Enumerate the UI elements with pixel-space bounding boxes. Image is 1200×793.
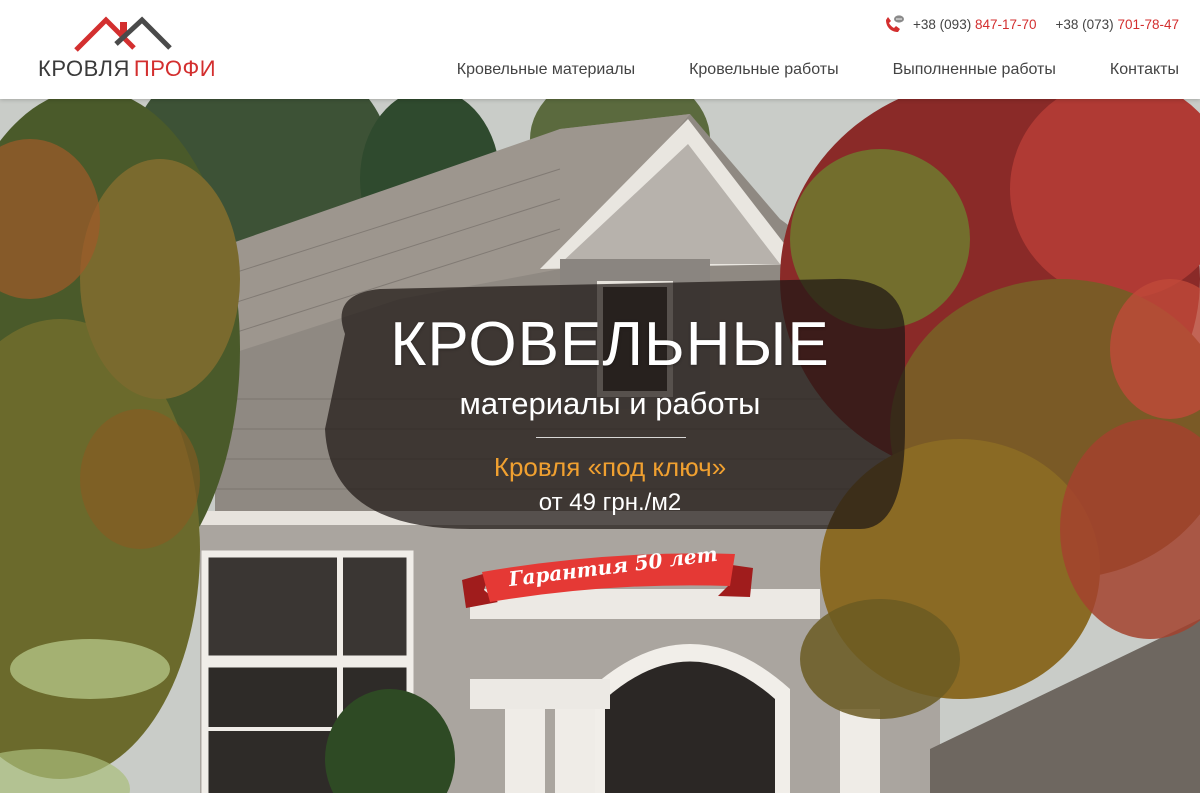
nav-roofing-materials[interactable]: Кровельные материалы: [457, 61, 635, 79]
phone-chat-icon: [886, 15, 905, 32]
site-logo[interactable]: КРОВЛЯ ПРОФИ: [36, 14, 216, 84]
phone-2-number: 701-78-47: [1117, 16, 1179, 32]
nav-completed-works[interactable]: Выполненные работы: [893, 61, 1056, 79]
nav-roofing-works[interactable]: Кровельные работы: [689, 61, 839, 79]
phone-1-prefix: +38 (093): [913, 16, 975, 32]
logo-word-2: ПРОФИ: [133, 56, 217, 81]
logo-word-1: КРОВЛЯ: [38, 56, 130, 81]
nav-contacts[interactable]: Контакты: [1110, 61, 1179, 79]
hero-banner: КРОВЕЛЬНЫЕ материалы и работы Кровля «по…: [0, 99, 1200, 793]
hero-divider: [536, 437, 686, 438]
hero-turnkey: Кровля «под ключ»: [493, 452, 727, 482]
phone-2-prefix: +38 (073): [1055, 16, 1118, 32]
site-header: КРОВЛЯ ПРОФИ +38 (093) 847-17-70 +38 (073…: [0, 0, 1200, 99]
logo-text: КРОВЛЯ ПРОФИ: [38, 56, 216, 82]
roof-logo-icon: [74, 16, 172, 52]
phone-2[interactable]: +38 (073) 701-78-47: [1056, 17, 1179, 32]
hero-subtitle: материалы и работы: [459, 386, 761, 421]
phone-1[interactable]: +38 (093) 847-17-70: [913, 17, 1036, 32]
hero-price: от 49 грн./м2: [538, 489, 682, 516]
house-photo: [0, 99, 1200, 793]
hero-title: КРОВЕЛЬНЫЕ: [390, 310, 830, 379]
phone-1-number: 847-17-70: [974, 16, 1037, 32]
phone-contacts: +38 (093) 847-17-70 +38 (073) 701-78-47: [883, 14, 1179, 34]
main-nav: Кровельные материалы Кровельные работы В…: [457, 61, 1179, 79]
